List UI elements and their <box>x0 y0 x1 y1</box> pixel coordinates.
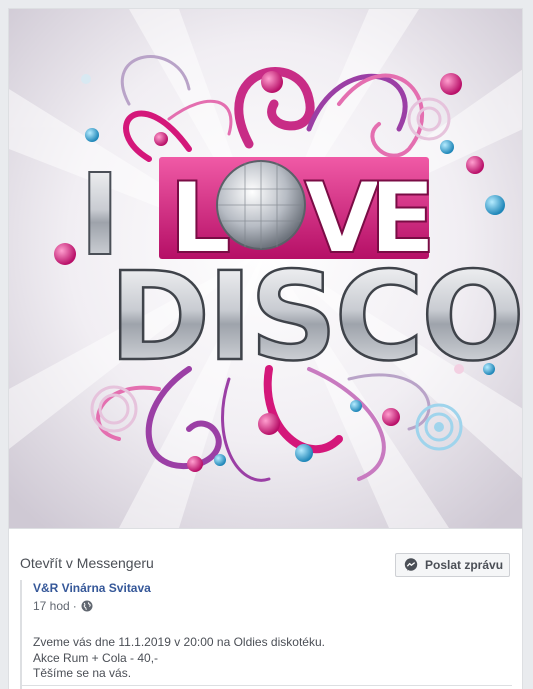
post-image[interactable]: I L V E DISCO <box>9 9 522 528</box>
separator: · <box>72 599 77 613</box>
send-message-label: Poslat zprávu <box>425 558 504 572</box>
post-text-line: Zveme vás dne 11.1.2019 v 20:00 na Oldie… <box>33 635 325 649</box>
timestamp[interactable]: 17 hod <box>33 599 70 613</box>
page-name-link[interactable]: V&R Vinárna Svitava <box>33 581 151 595</box>
post-card: I L V E DISCO Otevřít v Messengeru Posla… <box>8 8 523 689</box>
globe-icon <box>81 600 93 612</box>
open-in-messenger-label[interactable]: Otevřít v Messengeru <box>20 555 154 571</box>
divider <box>20 685 512 686</box>
shared-post: V&R Vinárna Svitava 17 hod · Zveme vás d… <box>20 580 512 689</box>
send-message-button[interactable]: Poslat zprávu <box>395 553 510 577</box>
post-text-line: Těšíme se na vás. <box>33 666 132 680</box>
post-meta: 17 hod · <box>33 599 93 613</box>
i-love-disco-artwork: I L V E DISCO <box>9 9 522 528</box>
messenger-icon <box>404 558 418 572</box>
post-text-line: Akce Rum + Cola - 40,- <box>33 650 159 665</box>
post-text: Zveme vás dne 11.1.2019 v 20:00 na Oldie… <box>33 635 325 682</box>
svg-text:DISCO: DISCO <box>109 246 522 388</box>
